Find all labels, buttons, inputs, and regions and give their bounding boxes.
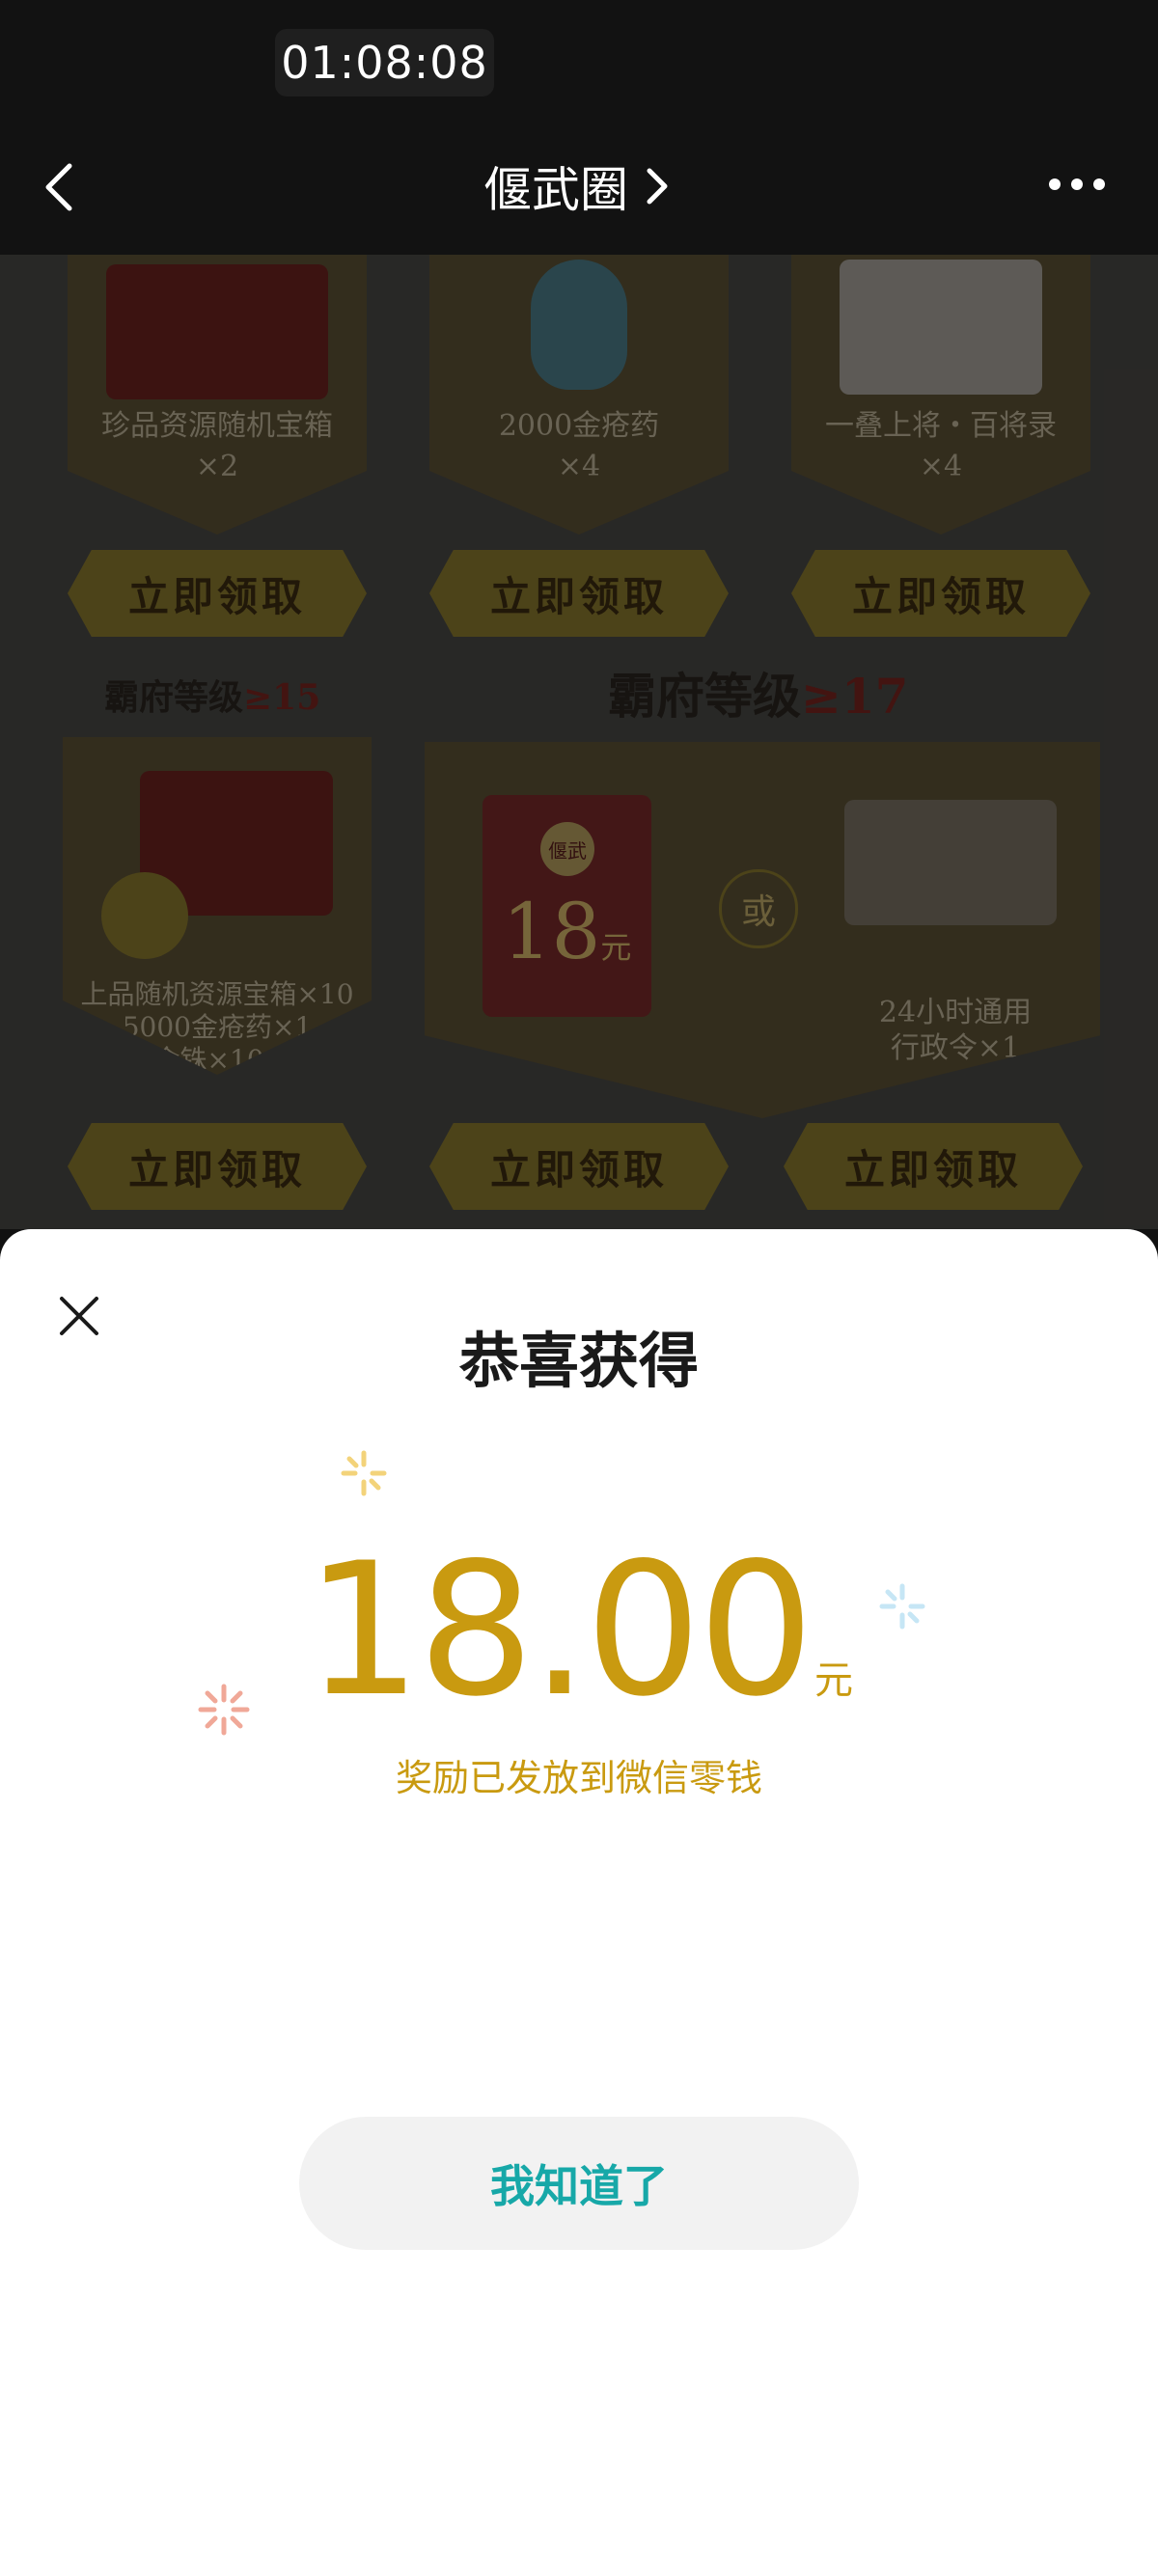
- sparkle-icon: [198, 1684, 250, 1736]
- status-time: 01:08:08: [275, 29, 494, 96]
- game-page: 珍品资源随机宝箱 ×2 2000金疮药 ×4 一叠上将・百将录 ×4 立即领取 …: [0, 255, 1158, 1229]
- more-dots-icon[interactable]: [1048, 178, 1106, 191]
- sparkle-icon: [341, 1450, 387, 1496]
- nav-title-text: 偃武圈: [483, 162, 628, 218]
- chevron-right-icon: [647, 168, 668, 205]
- reward-notice: 奖励已发放到微信零钱: [395, 1757, 762, 1799]
- reward-sheet: [0, 1229, 1158, 2576]
- sparkle-icon: [879, 1583, 925, 1630]
- nav-title[interactable]: 偃武圈: [0, 152, 1158, 220]
- modal-overlay[interactable]: [0, 255, 1158, 1229]
- amount-currency: 元: [813, 1658, 853, 1703]
- reward-amount: 18.00 元: [305, 1529, 853, 1722]
- got-it-button[interactable]: 我知道了: [299, 2117, 859, 2250]
- status-bar: [0, 0, 1158, 145]
- sheet-title: 恭喜获得: [458, 1326, 699, 1396]
- amount-value: 18.00: [305, 1523, 814, 1737]
